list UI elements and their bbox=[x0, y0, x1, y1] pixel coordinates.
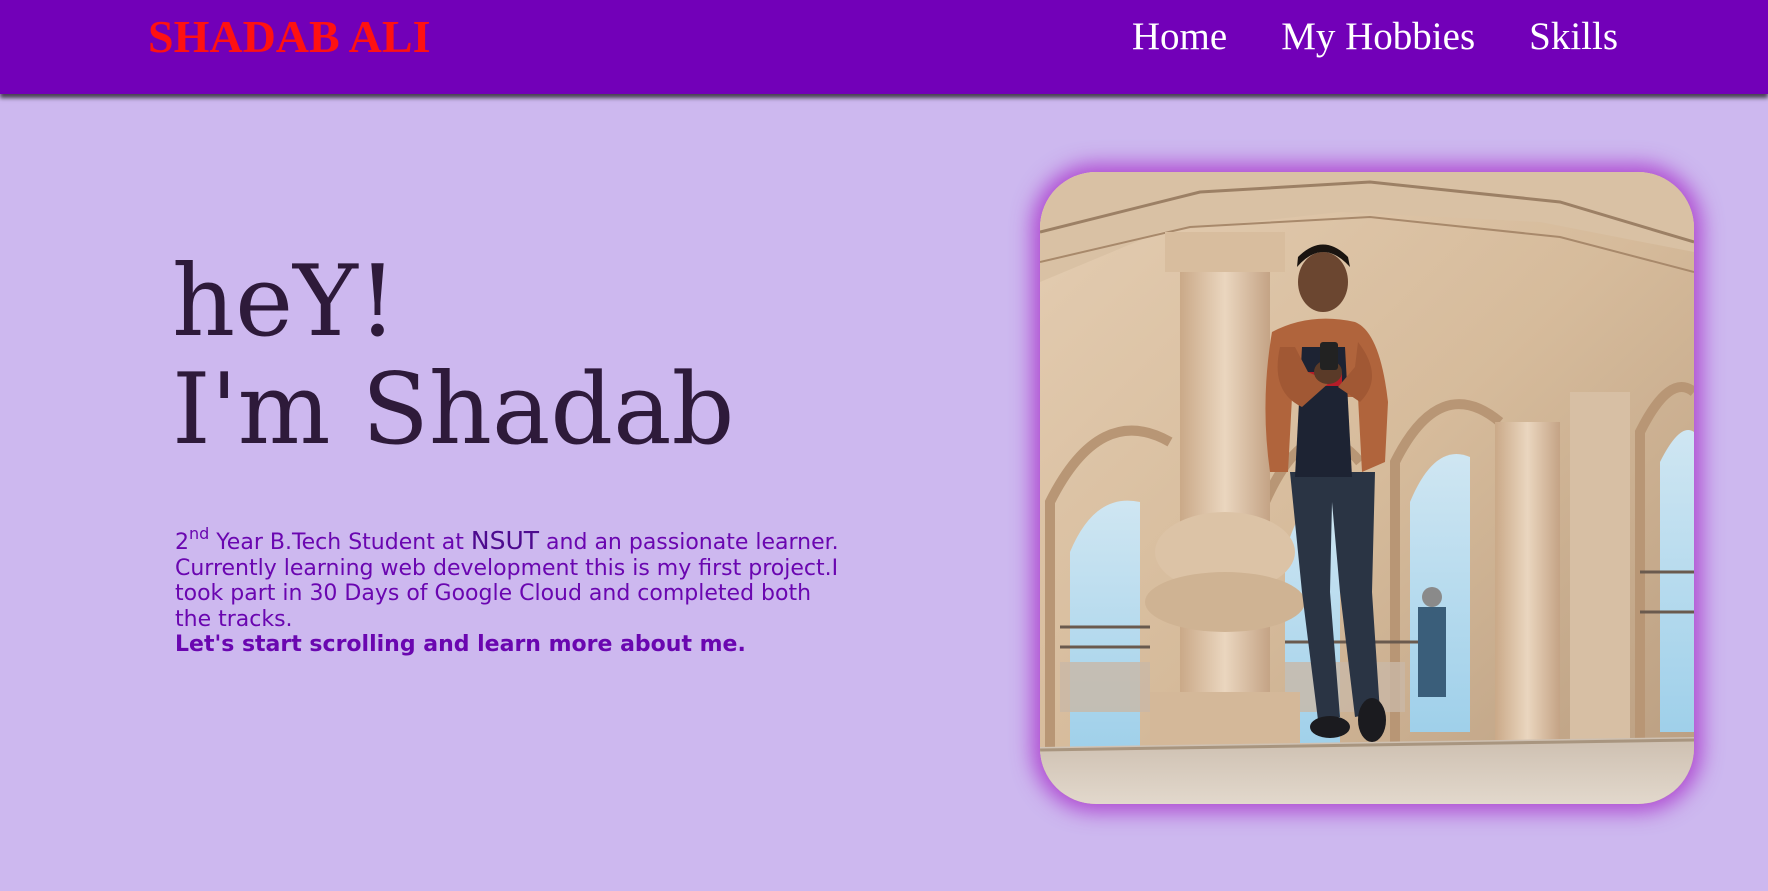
nav-links: Home My Hobbies Skills bbox=[1132, 14, 1618, 59]
brand-logo[interactable]: SHADAB ALI bbox=[148, 10, 430, 63]
greeting-line-1: heY! bbox=[172, 245, 398, 359]
navbar: SHADAB ALI Home My Hobbies Skills bbox=[0, 0, 1768, 94]
intro-paragraph: 2nd Year B.Tech Student at NSUT and an p… bbox=[175, 525, 845, 658]
profile-photo-illustration bbox=[1040, 172, 1694, 804]
nav-link-home[interactable]: Home bbox=[1132, 14, 1227, 59]
year-suffix: nd bbox=[189, 523, 210, 543]
school-name: NSUT bbox=[470, 526, 540, 555]
nav-link-my-hobbies[interactable]: My Hobbies bbox=[1281, 14, 1475, 59]
hero-greeting: heY! I'm Shadab bbox=[172, 248, 734, 464]
year-number: 2 bbox=[175, 530, 189, 555]
call-to-action: Let's start scrolling and learn more abo… bbox=[175, 632, 746, 657]
intro-text-before-school: Year B.Tech Student at bbox=[209, 530, 471, 555]
nav-link-skills[interactable]: Skills bbox=[1529, 14, 1618, 59]
greeting-line-2: I'm Shadab bbox=[172, 353, 735, 467]
profile-photo bbox=[1040, 172, 1694, 804]
